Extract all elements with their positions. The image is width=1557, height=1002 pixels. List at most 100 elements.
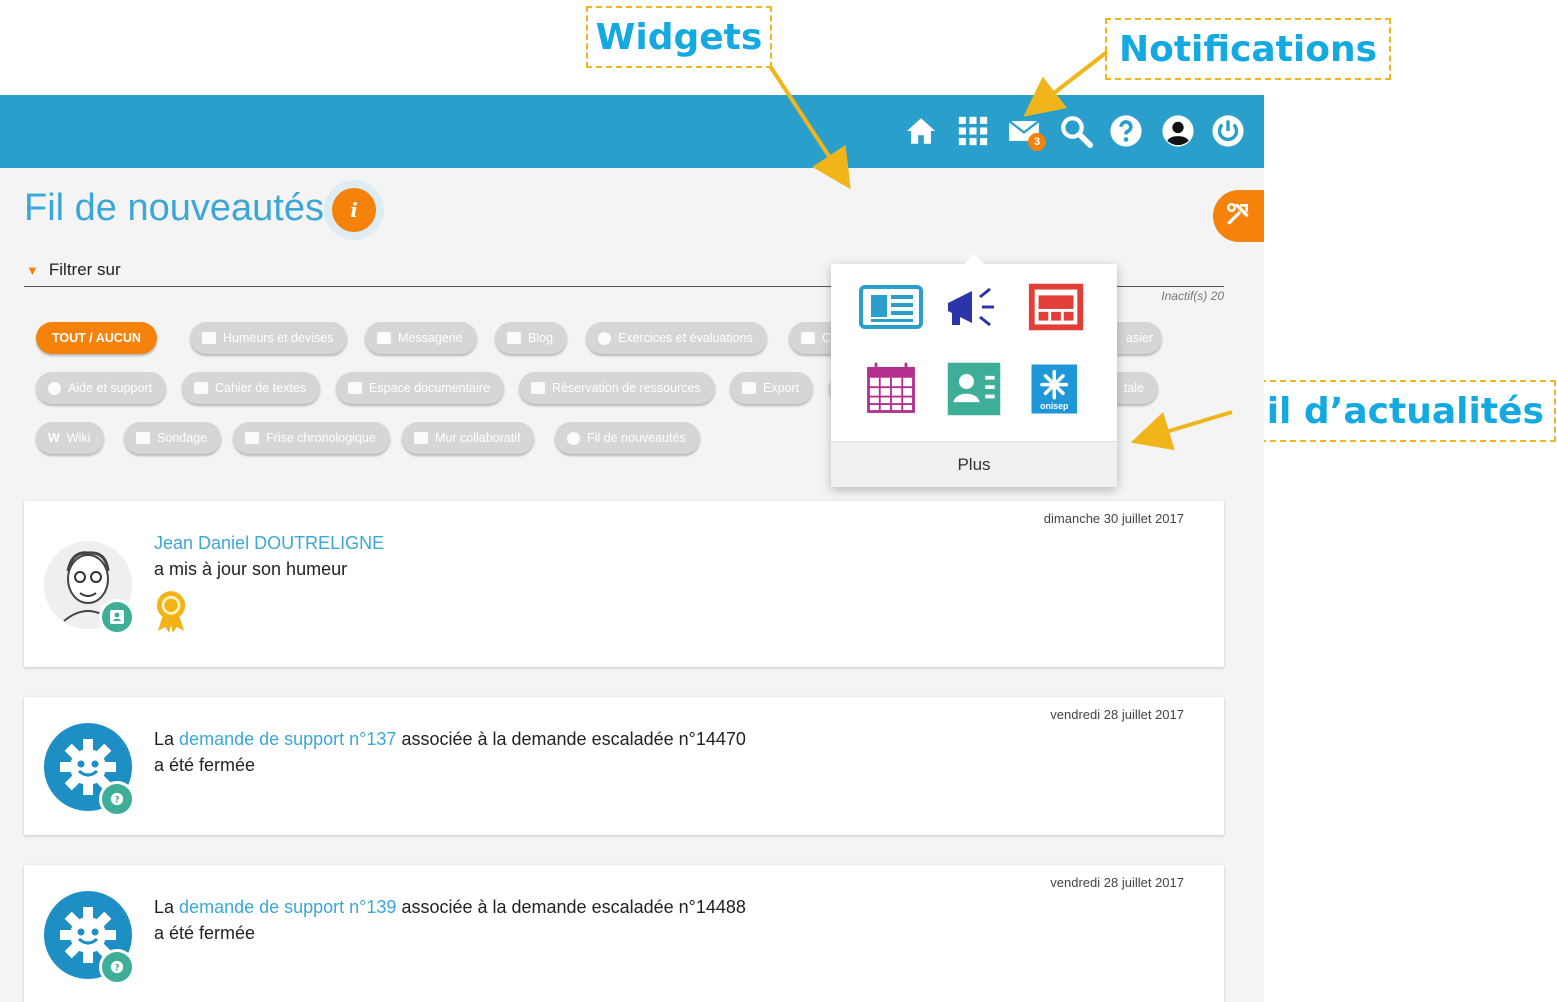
filter-chip-exercices[interactable]: Exercices et évaluations	[586, 322, 767, 354]
filter-chip-humeurs[interactable]: Humeurs et devises	[190, 322, 348, 354]
filter-chip-blog[interactable]: Blog	[495, 322, 568, 354]
chip-label: Mur collaboratif	[435, 431, 521, 445]
filter-chip-export[interactable]: Export	[730, 372, 814, 404]
feed-text: La demande de support n°139 associée à l…	[154, 897, 746, 918]
chip-label: Exercices et évaluations	[618, 331, 753, 345]
feed-item: vendredi 28 juillet 2017 ? La demande de…	[24, 865, 1224, 1002]
search-icon[interactable]	[1056, 111, 1096, 151]
widgets-dropdown: onisep Plus	[831, 254, 1117, 487]
user-icon[interactable]	[1158, 111, 1198, 151]
feed-prefix: La	[154, 897, 175, 917]
chip-label: C	[822, 331, 832, 345]
calendar-icon[interactable]	[859, 360, 923, 418]
chip-label: Aide et support	[68, 381, 153, 395]
chip-icon	[136, 432, 150, 444]
filter-chip-cahier[interactable]: Cahier de textes	[182, 372, 321, 404]
megaphone-icon[interactable]	[942, 278, 1006, 336]
feed-status-text: a été fermée	[154, 923, 256, 943]
feed-date: dimanche 30 juillet 2017	[1043, 511, 1184, 526]
notification-count-badge: 3	[1028, 133, 1046, 151]
chip-icon	[194, 382, 208, 394]
feed-date: vendredi 28 juillet 2017	[1050, 707, 1184, 722]
widgets-callout: Widgets	[586, 6, 772, 68]
chip-label: Réservation de ressources	[552, 381, 701, 395]
feed-text: a mis à jour son humeur	[154, 559, 348, 579]
apps-grid-icon[interactable]	[953, 111, 993, 151]
chip-label: Wiki	[66, 431, 91, 445]
chip-label: Fil de nouveautés	[587, 431, 686, 445]
chip-label: asier	[1126, 331, 1154, 345]
chip-label: Espace documentaire	[369, 381, 490, 395]
feed-text: La demande de support n°137 associée à l…	[154, 729, 746, 750]
filter-chip-frise[interactable]: Frise chronologique	[233, 422, 390, 454]
help-badge-icon: ?	[99, 781, 135, 817]
onisep-icon[interactable]: onisep	[1024, 360, 1088, 418]
chip-icon	[598, 331, 611, 345]
chip-icon	[377, 332, 391, 344]
mood-award-icon	[154, 589, 188, 638]
chip-label: Messagerie	[398, 331, 463, 345]
tools-button[interactable]	[1213, 190, 1264, 242]
chip-label: Cahier de textes	[215, 381, 307, 395]
page-title: Fil de nouveautés	[24, 187, 324, 229]
chip-icon	[202, 332, 216, 344]
chip-icon	[567, 431, 580, 445]
chip-icon	[414, 432, 428, 444]
filter-chip-reservation[interactable]: Réservation de ressources	[519, 372, 715, 404]
filter-chip-aide[interactable]: Aide et support	[36, 372, 167, 404]
app-window: 3 Fil de nouveautés i ▼ Filtrer sur Inac…	[0, 95, 1264, 1002]
newspaper-icon[interactable]	[859, 278, 923, 336]
screen-icon[interactable]	[1024, 278, 1088, 336]
feed-date: vendredi 28 juillet 2017	[1050, 875, 1184, 890]
filter-chip-espace-documentaire[interactable]: Espace documentaire	[336, 372, 504, 404]
news-feed-callout-label: Fil d’actualités	[1242, 390, 1544, 432]
onisep-label: onisep	[1040, 401, 1068, 411]
inactive-count: Inactif(s) 20	[1161, 289, 1224, 303]
feed-item: dimanche 30 juillet 2017 Jean Daniel DOU…	[24, 501, 1224, 667]
tools-icon	[1225, 201, 1251, 232]
screenshot-stage: Widgets Notifications Fil d’actualités 3…	[0, 0, 1557, 1002]
contact-card-icon[interactable]	[942, 360, 1006, 418]
chip-label: tale	[1123, 381, 1144, 395]
feed-suffix: associée à la demande escaladée n°14470	[401, 729, 746, 749]
filter-chip-fil-nouveautes[interactable]: Fil de nouveautés	[555, 422, 700, 454]
notifications-callout: Notifications	[1105, 18, 1391, 80]
chip-icon	[531, 382, 545, 394]
info-button[interactable]: i	[332, 188, 376, 232]
chip-icon	[48, 381, 61, 395]
help-badge-icon: ?	[99, 949, 135, 985]
home-icon[interactable]	[901, 111, 941, 151]
filter-chip-sondage[interactable]: Sondage	[124, 422, 222, 454]
wiki-icon: W	[48, 431, 60, 445]
chip-label: Humeurs et devises	[223, 331, 334, 345]
top-navigation-bar: 3	[0, 95, 1264, 168]
support-request-link[interactable]: demande de support n°137	[179, 729, 396, 749]
expand-triangle-icon: ▼	[26, 262, 39, 278]
help-icon[interactable]	[1106, 111, 1146, 151]
filter-chip-messagerie[interactable]: Messagerie	[365, 322, 477, 354]
filter-all-none-button[interactable]: TOUT / AUCUN	[36, 322, 157, 354]
power-icon[interactable]	[1208, 111, 1248, 151]
chip-icon	[742, 382, 756, 394]
chip-icon	[245, 432, 259, 444]
feed-suffix: associée à la demande escaladée n°14488	[401, 897, 746, 917]
chip-label: Sondage	[157, 431, 208, 445]
chip-label: Blog	[528, 331, 554, 345]
svg-text:?: ?	[114, 964, 119, 974]
feed-status-text: a été fermée	[154, 755, 256, 775]
chip-icon	[507, 332, 521, 344]
chip-icon	[348, 382, 362, 394]
svg-text:?: ?	[114, 796, 119, 806]
filter-label: Filtrer sur	[48, 260, 121, 279]
author-link[interactable]: Jean Daniel DOUTRELIGNE	[154, 533, 384, 554]
filter-chip-wiki[interactable]: W Wiki	[36, 422, 105, 454]
more-widgets-button[interactable]: Plus	[831, 441, 1117, 487]
filter-chip-mur[interactable]: Mur collaboratif	[402, 422, 535, 454]
contact-badge-icon	[99, 599, 135, 635]
filter-toggle[interactable]: ▼ Filtrer sur	[26, 260, 121, 280]
chip-label: Export	[763, 381, 800, 395]
mail-icon[interactable]: 3	[1004, 111, 1046, 151]
news-feed-callout: Fil d’actualités	[1230, 380, 1556, 442]
feed-item: vendredi 28 juillet 2017 ? La demande de…	[24, 697, 1224, 835]
support-request-link[interactable]: demande de support n°139	[179, 897, 396, 917]
